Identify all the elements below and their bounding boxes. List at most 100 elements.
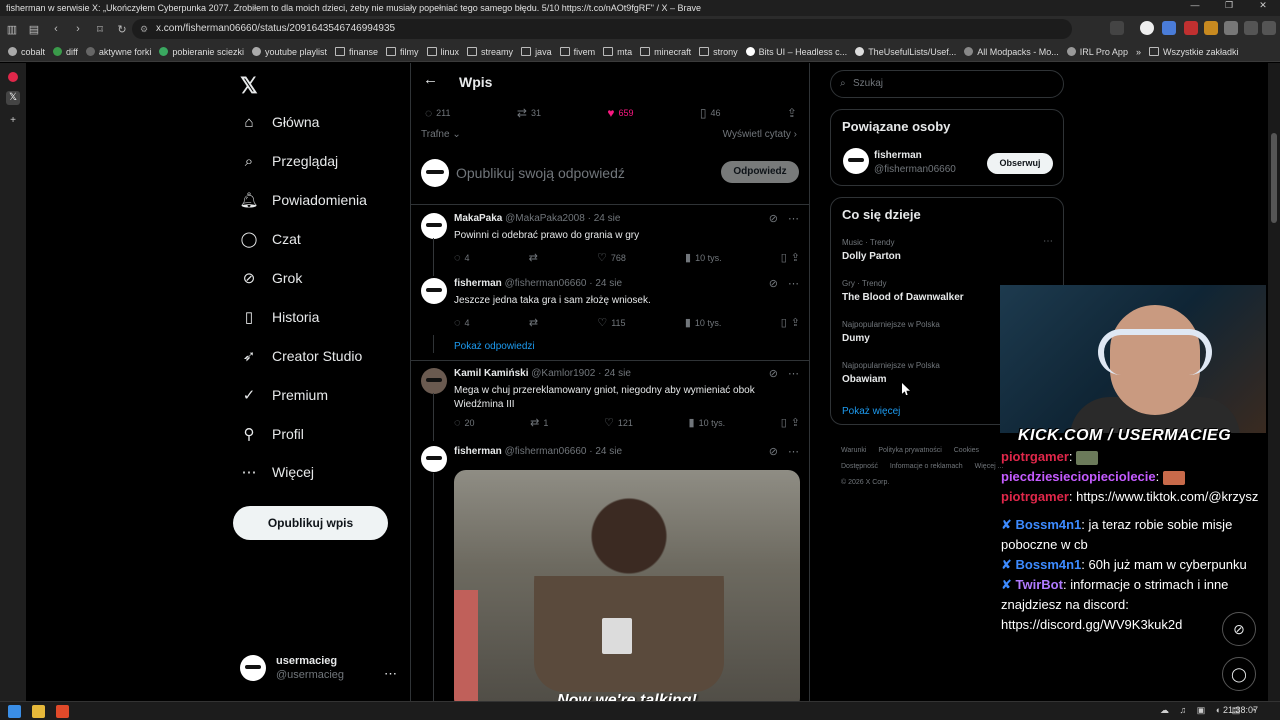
post-button[interactable]: Opublikuj wpis (233, 506, 388, 540)
bookmark-folder[interactable]: finanse (335, 47, 378, 57)
reply-tweet[interactable]: fisherman @fisherman06660 · 24 sie ⊘ ⋯ Je… (411, 270, 809, 360)
share-icon[interactable]: ⇪ (791, 416, 800, 429)
bookmark-item[interactable]: youtube playlist (251, 47, 327, 57)
related-name[interactable]: fisherman (874, 150, 922, 161)
bookmark-folder[interactable]: filmy (386, 47, 419, 57)
repost-action[interactable]: ⇄ 1 (530, 416, 548, 429)
bookmark-item[interactable]: pobieranie sciezki (159, 47, 244, 57)
show-replies-link[interactable]: Pokaż odpowiedzi (454, 341, 535, 352)
nav-item-bookmarks[interactable]: ▯ Historia (240, 308, 320, 326)
back-icon[interactable]: ‹ (46, 19, 66, 39)
more-icon[interactable]: ⋯ (788, 445, 799, 458)
footer-link[interactable]: Więcej ... (975, 463, 1004, 470)
bookmark-folder[interactable]: mta (603, 47, 632, 57)
nav-item-premium[interactable]: ✓ Premium (240, 386, 328, 404)
nav-item-notifications[interactable]: 🔔︎ Powiadomienia (239, 191, 366, 209)
bookmark-item[interactable]: cobalt (8, 47, 45, 57)
footer-link[interactable]: Dostępność (841, 463, 878, 470)
notification-icon[interactable] (8, 72, 18, 82)
grok-icon[interactable]: ⊘ (769, 277, 778, 290)
extension-icon[interactable] (1204, 21, 1218, 35)
share-icon[interactable]: ⇪ (791, 251, 800, 264)
search-input[interactable]: ⌕ Szukaj (830, 70, 1064, 98)
x-tab-icon[interactable]: 𝕏 (6, 91, 20, 105)
reply-button[interactable]: Odpowiedz (721, 161, 799, 183)
bookmark-item[interactable]: diff (53, 47, 78, 57)
views-action[interactable]: ▮ 10 tys. (689, 416, 726, 429)
add-panel-icon[interactable]: + (6, 114, 20, 128)
reply-tweet[interactable]: Kamil Kamiński @Kamlor1902 · 24 sie ⊘ ⋯ M… (411, 360, 809, 438)
views-action[interactable]: ▮ 10 tys. (685, 316, 722, 329)
more-icon[interactable]: ⋯ (788, 277, 799, 290)
trend-item[interactable]: Gry · Trendy The Blood of Dawnwalker (842, 279, 964, 303)
footer-link[interactable]: Informacje o reklamach (890, 463, 963, 470)
account-more-icon[interactable]: ⋯ (384, 666, 397, 682)
scrollbar-thumb[interactable] (1271, 133, 1277, 223)
reply-action[interactable]: ◌ 20 (454, 416, 475, 429)
site-info-icon[interactable]: ⚙ (140, 19, 148, 39)
minimize-icon[interactable]: — (1178, 0, 1212, 16)
brave-icon[interactable] (56, 705, 69, 718)
trend-item[interactable]: Music · Trendy Dolly Parton (842, 238, 901, 262)
bookmark-count[interactable]: ▯ 46 (700, 106, 721, 120)
bookmark-folder-all[interactable]: Wszystkie zakładki (1148, 47, 1238, 57)
follow-button[interactable]: Obserwuj (987, 153, 1053, 174)
reply-tweet[interactable]: MakaPaka @MakaPaka2008 · 24 sie ⊘ ⋯ Powin… (411, 205, 809, 270)
start-icon[interactable] (8, 705, 21, 718)
nav-item-explore[interactable]: ⌕ Przeglądaj (240, 152, 338, 170)
share-icon[interactable]: ⇪ (787, 106, 797, 120)
reply-count[interactable]: ◌ 211 (425, 106, 451, 120)
account-switcher[interactable]: usermacieg @usermacieg (240, 655, 344, 681)
tabs-icon[interactable]: ▤ (24, 19, 44, 39)
nav-item-more[interactable]: ⋯ Więcej (240, 463, 315, 481)
view-quotes-link[interactable]: Wyświetl cytaty › (723, 129, 797, 140)
nav-item-home[interactable]: ⌂ Główna (240, 113, 319, 131)
bookmark-item[interactable]: IRL Pro App (1066, 47, 1128, 57)
nav-item-creator-studio[interactable]: ➶ Creator Studio (240, 347, 363, 365)
extensions-icon[interactable] (1224, 21, 1238, 35)
url-field[interactable]: ⚙ x.com/fisherman06660/status/2091643546… (132, 19, 1072, 39)
more-icon[interactable]: ⋯ (788, 367, 799, 380)
trend-item[interactable]: Najpopularniejsze w Polska Obawiam (842, 361, 940, 385)
bookmark-item[interactable]: All Modpacks - Mo... (964, 47, 1059, 57)
bookmark-folder[interactable]: linux (426, 47, 459, 57)
grok-icon[interactable]: ⊘ (769, 212, 778, 225)
reply-input[interactable]: Opublikuj swoją odpowiedź (456, 165, 625, 181)
bookmark-folder[interactable]: minecraft (640, 47, 691, 57)
bookmark-action[interactable]: ▯ ⇪ (781, 316, 800, 329)
grok-icon[interactable]: ⊘ (769, 445, 778, 458)
bookmark-item[interactable]: Bits UI – Headless c... (745, 47, 847, 57)
footer-link[interactable]: Polityka prywatności (878, 447, 941, 454)
footer-link[interactable]: Warunki (841, 447, 866, 454)
share-icon[interactable]: ⇪ (791, 316, 800, 329)
like-action[interactable]: ♡ 121 (604, 416, 633, 429)
bookmark-action[interactable]: ▯ ⇪ (781, 416, 800, 429)
brave-shields-icon[interactable] (1140, 21, 1154, 35)
scrollbar[interactable] (1268, 63, 1280, 701)
chat-fab-button[interactable]: ◯ (1222, 657, 1256, 691)
footer-link[interactable]: Cookies (954, 447, 979, 454)
show-more-link[interactable]: Pokaż więcej (842, 406, 900, 417)
restore-icon[interactable]: ❐ (1212, 0, 1246, 16)
repost-action[interactable]: ⇄ (529, 316, 538, 329)
grok-fab-button[interactable]: ⊘ (1222, 612, 1256, 646)
bookmark-folder[interactable]: streamy (467, 47, 513, 57)
like-action[interactable]: ♡ 115 (597, 316, 625, 329)
reply-action[interactable]: ◌ 4 (454, 251, 470, 264)
like-count[interactable]: ♥ 659 (607, 106, 633, 120)
like-action[interactable]: ♡ 768 (597, 251, 626, 264)
x-logo-icon[interactable]: 𝕏 (240, 73, 258, 99)
extension-icon[interactable] (1162, 21, 1176, 35)
grok-icon[interactable]: ⊘ (769, 367, 778, 380)
sort-dropdown[interactable]: Trafne ⌄ (421, 129, 461, 140)
forward-icon[interactable]: › (68, 19, 88, 39)
file-explorer-icon[interactable] (32, 705, 45, 718)
more-icon[interactable]: ⋯ (1043, 236, 1053, 247)
repost-count[interactable]: ⇄ 31 (517, 106, 541, 120)
nav-item-grok[interactable]: ⊘ Grok (240, 269, 303, 287)
nav-item-profile[interactable]: ⚲ Profil (240, 425, 304, 443)
tweet-media-gif[interactable]: Now we're talking! (454, 470, 800, 701)
repost-action[interactable]: ⇄ (529, 251, 538, 264)
close-icon[interactable]: ✕ (1246, 0, 1280, 16)
extension-icon[interactable] (1184, 21, 1198, 35)
